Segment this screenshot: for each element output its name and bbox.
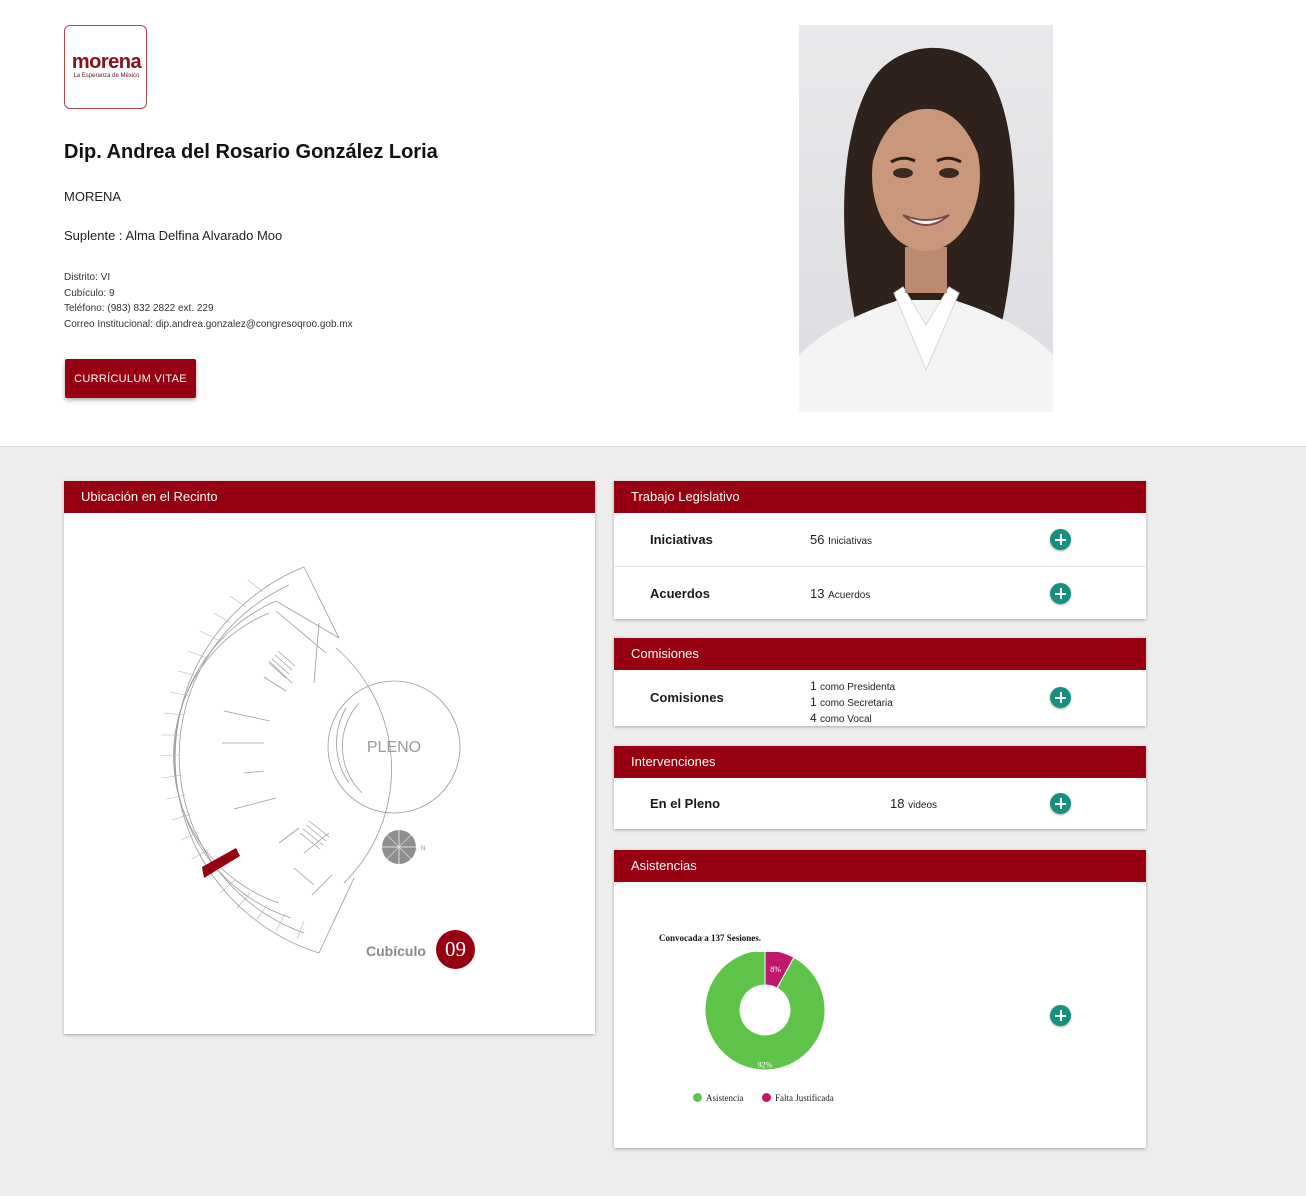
presidenta-text: como Presidenta [820,682,896,693]
intervenciones-plus-icon[interactable] [1050,793,1071,814]
videos-count: 18 [890,796,905,811]
legend-falta: Falta Justificada [762,1093,834,1103]
vocal-count: 4 [810,711,817,725]
cubiculo-number-badge: 09 [436,930,475,969]
legend-falta-label: Falta Justificada [775,1093,834,1103]
asistencias-card: Asistencias Convocada a 137 Sesiones. 92… [614,850,1146,1148]
acuerdos-value: 13 Acuerdos [810,567,870,622]
stairs [268,650,330,850]
logo-wordmark: morena [71,51,142,73]
logo-tagline: La Esperanza de México [73,73,140,79]
acuerdos-plus-icon[interactable] [1050,583,1071,604]
comision-secretaria-line: 1 como Secretaria [810,695,895,711]
videos-unit: videos [908,800,937,811]
profile-section: morena La Esperanza de México Dip. Andre… [0,5,1306,447]
chart-title: Convocada a 137 Sesiones. [659,933,762,943]
presidenta-count: 1 [810,679,817,693]
distrito-text: Distrito: VI [64,272,111,283]
donut-label-asistencia: 92% [758,1061,773,1070]
asistencias-header: Asistencias [614,850,1146,882]
party-name: MORENA [64,189,122,204]
compass-n-label: N [421,846,425,852]
asistencia-donut-chart: 92% 8% [704,952,826,1071]
acuerdos-row: Acuerdos 13 Acuerdos [614,567,1146,620]
legend-falta-swatch [762,1093,771,1102]
curriculum-vitae-button[interactable]: CURRÍCULUM VITAE [65,359,196,398]
ubicacion-header: Ubicación en el Recinto [64,481,595,513]
comisiones-plus-icon[interactable] [1050,687,1071,708]
seat-rows [159,579,305,940]
comisiones-breakdown: 1 como Presidenta 1 como Secretaria 4 co… [810,679,895,727]
en-el-pleno-row: En el Pleno 18 videos [614,778,1146,829]
acuerdos-count: 13 [810,586,825,601]
iniciativas-unit: Iniciativas [828,536,872,547]
legend-asistencia: Asistencia [693,1093,744,1103]
intervenciones-header: Intervenciones [614,746,1146,778]
trabajo-legislativo-header: Trabajo Legislativo [614,481,1146,513]
contact-info: Distrito: VI Cubículo: 9 Teléfono: (983)… [64,270,353,332]
party-logo: morena La Esperanza de México [64,25,147,109]
asistencias-plus-icon[interactable] [1050,1005,1071,1026]
iniciativas-count: 56 [810,532,825,547]
pleno-label: PLENO [367,739,421,756]
deputy-name: Dip. Andrea del Rosario González Loria [64,141,438,163]
en-el-pleno-label: En el Pleno [650,796,721,811]
acuerdos-label: Acuerdos [650,586,710,601]
acuerdos-unit: Acuerdos [828,590,871,601]
cubiculo-text: Cubículo: 9 [64,287,115,299]
telefono-text: Teléfono: (983) 832 2822 ext. 229 [64,303,214,314]
deputy-photo [799,25,1053,412]
intervenciones-card: Intervenciones En el Pleno 18 videos [614,746,1146,829]
iniciativas-plus-icon[interactable] [1050,529,1071,550]
asistencias-body: Convocada a 137 Sesiones. 92% 8% Asistenc… [614,882,1146,1148]
comision-vocal-line: 4 como Vocal [810,711,895,727]
cubiculo-label: Cubículo [366,943,426,959]
comisiones-row: Comisiones 1 como Presidenta 1 como Secr… [614,670,1146,726]
portrait-illustration [799,47,1053,412]
donut-label-falta-justificada: 8% [770,965,781,974]
iniciativas-label: Iniciativas [650,532,713,547]
comisiones-label: Comisiones [650,690,724,705]
legend-asistencia-swatch [693,1093,702,1102]
recinto-floor-plan: PLENO N [159,566,461,954]
videos-value: 18 videos [890,778,937,831]
ubicacion-card: Ubicación en el Recinto PLENO N Cubículo… [64,481,595,1034]
compass-icon: N [382,830,425,864]
iniciativas-row: Iniciativas 56 Iniciativas [614,513,1146,567]
secretaria-text: como Secretaria [820,698,893,709]
comisiones-header: Comisiones [614,638,1146,670]
iniciativas-value: 56 Iniciativas [810,513,872,568]
secretaria-count: 1 [810,695,817,709]
suplente-text: Suplente : Alma Delfina Alvarado Moo [64,228,283,243]
comision-presidenta-line: 1 como Presidenta [810,679,895,695]
legend-asistencia-label: Asistencia [706,1093,744,1103]
comisiones-card: Comisiones Comisiones 1 como Presidenta … [614,638,1146,726]
vocal-text: como Vocal [820,714,872,725]
trabajo-legislativo-card: Trabajo Legislativo Iniciativas 56 Inici… [614,481,1146,619]
correo-text: Correo Institucional: dip.andrea.gonzale… [64,318,353,330]
